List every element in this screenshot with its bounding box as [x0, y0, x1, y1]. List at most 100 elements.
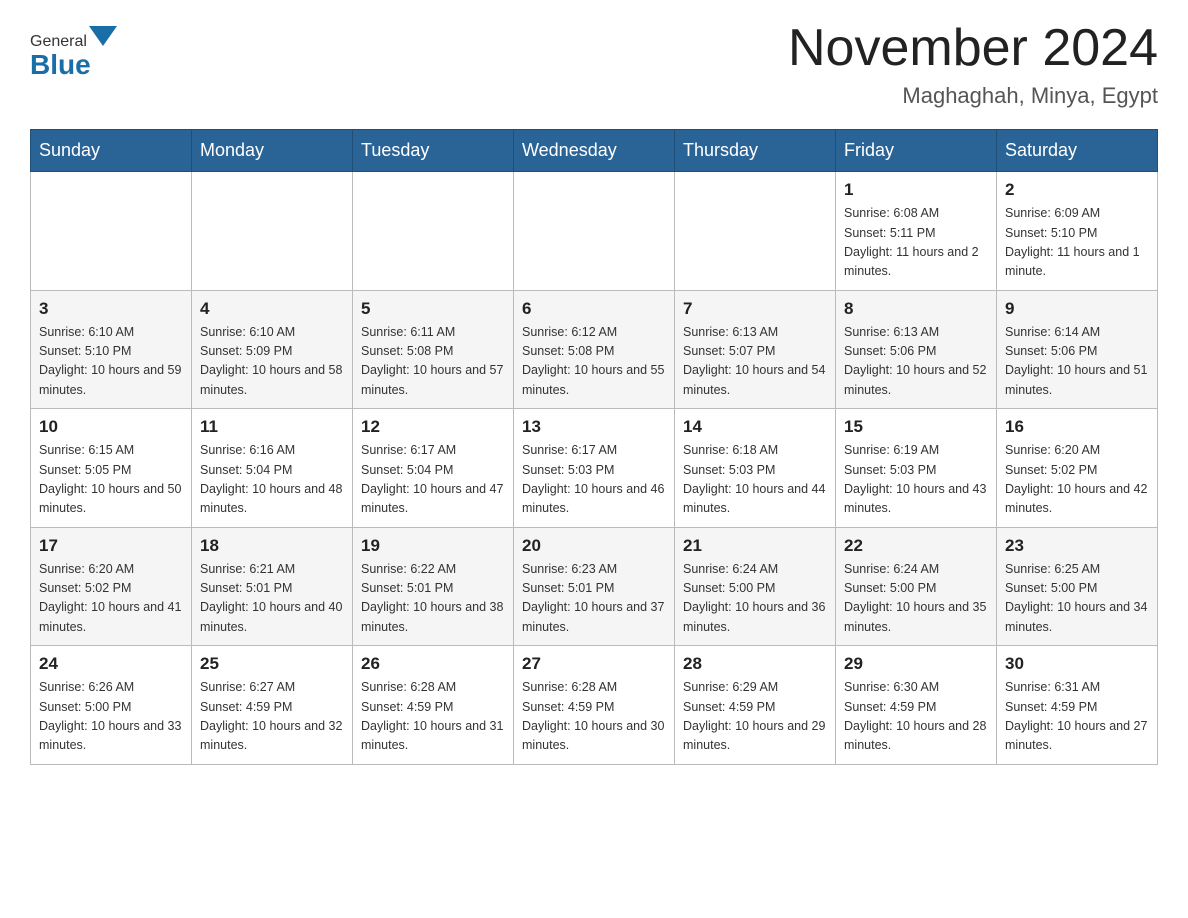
day-number: 4	[200, 299, 344, 319]
day-number: 5	[361, 299, 505, 319]
day-cell-4-2: 26 Sunrise: 6:28 AM Sunset: 4:59 PM Dayli…	[353, 646, 514, 765]
day-number: 3	[39, 299, 183, 319]
day-cell-2-4: 14 Sunrise: 6:18 AM Sunset: 5:03 PM Dayli…	[675, 409, 836, 528]
month-year-title: November 2024	[788, 20, 1158, 77]
day-cell-0-2	[353, 172, 514, 291]
day-number: 17	[39, 536, 183, 556]
day-info: Sunrise: 6:22 AM Sunset: 5:01 PM Dayligh…	[361, 560, 505, 638]
location-subtitle: Maghaghah, Minya, Egypt	[788, 83, 1158, 109]
day-cell-1-3: 6 Sunrise: 6:12 AM Sunset: 5:08 PM Daylig…	[514, 290, 675, 409]
day-cell-3-1: 18Sunrise: 6:21 AM Sunset: 5:01 PM Dayli…	[192, 527, 353, 646]
logo-arrow-icon	[89, 26, 117, 46]
day-info: Sunrise: 6:29 AM Sunset: 4:59 PM Dayligh…	[683, 678, 827, 756]
day-cell-2-6: 16Sunrise: 6:20 AM Sunset: 5:02 PM Dayli…	[997, 409, 1158, 528]
day-info: Sunrise: 6:20 AM Sunset: 5:02 PM Dayligh…	[39, 560, 183, 638]
day-cell-3-3: 20 Sunrise: 6:23 AM Sunset: 5:01 PM Dayli…	[514, 527, 675, 646]
day-cell-2-1: 11 Sunrise: 6:16 AM Sunset: 5:04 PM Dayli…	[192, 409, 353, 528]
day-cell-0-0	[31, 172, 192, 291]
day-info: Sunrise: 6:08 AM Sunset: 5:11 PM Dayligh…	[844, 204, 988, 282]
day-info: Sunrise: 6:31 AM Sunset: 4:59 PM Dayligh…	[1005, 678, 1149, 756]
day-info: Sunrise: 6:12 AM Sunset: 5:08 PM Dayligh…	[522, 323, 666, 401]
day-cell-1-0: 3Sunrise: 6:10 AM Sunset: 5:10 PM Daylig…	[31, 290, 192, 409]
day-info: Sunrise: 6:15 AM Sunset: 5:05 PM Dayligh…	[39, 441, 183, 519]
day-cell-4-4: 28 Sunrise: 6:29 AM Sunset: 4:59 PM Dayli…	[675, 646, 836, 765]
day-info: Sunrise: 6:14 AM Sunset: 5:06 PM Dayligh…	[1005, 323, 1149, 401]
day-info: Sunrise: 6:11 AM Sunset: 5:08 PM Dayligh…	[361, 323, 505, 401]
week-row-5: 24 Sunrise: 6:26 AM Sunset: 5:00 PM Dayli…	[31, 646, 1158, 765]
calendar-table: Sunday Monday Tuesday Wednesday Thursday…	[30, 129, 1158, 765]
day-info: Sunrise: 6:10 AM Sunset: 5:09 PM Dayligh…	[200, 323, 344, 401]
day-cell-4-0: 24 Sunrise: 6:26 AM Sunset: 5:00 PM Dayli…	[31, 646, 192, 765]
day-cell-3-0: 17 Sunrise: 6:20 AM Sunset: 5:02 PM Dayli…	[31, 527, 192, 646]
day-number: 7	[683, 299, 827, 319]
title-block: November 2024 Maghaghah, Minya, Egypt	[788, 20, 1158, 109]
day-info: Sunrise: 6:24 AM Sunset: 5:00 PM Dayligh…	[844, 560, 988, 638]
day-cell-2-5: 15 Sunrise: 6:19 AM Sunset: 5:03 PM Dayli…	[836, 409, 997, 528]
day-info: Sunrise: 6:28 AM Sunset: 4:59 PM Dayligh…	[361, 678, 505, 756]
day-cell-0-3	[514, 172, 675, 291]
day-info: Sunrise: 6:13 AM Sunset: 5:07 PM Dayligh…	[683, 323, 827, 401]
day-number: 6	[522, 299, 666, 319]
logo-blue-text: Blue	[30, 49, 91, 80]
day-number: 11	[200, 417, 344, 437]
day-info: Sunrise: 6:09 AM Sunset: 5:10 PM Dayligh…	[1005, 204, 1149, 282]
day-number: 28	[683, 654, 827, 674]
day-info: Sunrise: 6:23 AM Sunset: 5:01 PM Dayligh…	[522, 560, 666, 638]
header-friday: Friday	[836, 130, 997, 172]
week-row-2: 3Sunrise: 6:10 AM Sunset: 5:10 PM Daylig…	[31, 290, 1158, 409]
day-cell-1-1: 4 Sunrise: 6:10 AM Sunset: 5:09 PM Daylig…	[192, 290, 353, 409]
day-cell-1-4: 7 Sunrise: 6:13 AM Sunset: 5:07 PM Daylig…	[675, 290, 836, 409]
day-number: 20	[522, 536, 666, 556]
day-info: Sunrise: 6:16 AM Sunset: 5:04 PM Dayligh…	[200, 441, 344, 519]
day-info: Sunrise: 6:30 AM Sunset: 4:59 PM Dayligh…	[844, 678, 988, 756]
header-wednesday: Wednesday	[514, 130, 675, 172]
day-cell-3-6: 23Sunrise: 6:25 AM Sunset: 5:00 PM Dayli…	[997, 527, 1158, 646]
day-number: 12	[361, 417, 505, 437]
week-row-3: 10Sunrise: 6:15 AM Sunset: 5:05 PM Dayli…	[31, 409, 1158, 528]
day-number: 14	[683, 417, 827, 437]
day-number: 19	[361, 536, 505, 556]
page-header: General Blue November 2024 Maghaghah, Mi…	[30, 20, 1158, 109]
day-cell-3-4: 21Sunrise: 6:24 AM Sunset: 5:00 PM Dayli…	[675, 527, 836, 646]
day-info: Sunrise: 6:26 AM Sunset: 5:00 PM Dayligh…	[39, 678, 183, 756]
day-cell-0-1	[192, 172, 353, 291]
day-cell-1-5: 8Sunrise: 6:13 AM Sunset: 5:06 PM Daylig…	[836, 290, 997, 409]
week-row-1: 1 Sunrise: 6:08 AM Sunset: 5:11 PM Daylig…	[31, 172, 1158, 291]
day-info: Sunrise: 6:19 AM Sunset: 5:03 PM Dayligh…	[844, 441, 988, 519]
day-number: 2	[1005, 180, 1149, 200]
day-info: Sunrise: 6:27 AM Sunset: 4:59 PM Dayligh…	[200, 678, 344, 756]
day-number: 9	[1005, 299, 1149, 319]
day-number: 8	[844, 299, 988, 319]
day-cell-4-1: 25 Sunrise: 6:27 AM Sunset: 4:59 PM Dayli…	[192, 646, 353, 765]
day-cell-3-5: 22 Sunrise: 6:24 AM Sunset: 5:00 PM Dayli…	[836, 527, 997, 646]
day-number: 21	[683, 536, 827, 556]
day-info: Sunrise: 6:17 AM Sunset: 5:04 PM Dayligh…	[361, 441, 505, 519]
logo: General Blue	[30, 20, 119, 81]
header-tuesday: Tuesday	[353, 130, 514, 172]
day-cell-4-3: 27Sunrise: 6:28 AM Sunset: 4:59 PM Dayli…	[514, 646, 675, 765]
day-number: 16	[1005, 417, 1149, 437]
header-sunday: Sunday	[31, 130, 192, 172]
day-cell-2-2: 12 Sunrise: 6:17 AM Sunset: 5:04 PM Dayli…	[353, 409, 514, 528]
day-info: Sunrise: 6:28 AM Sunset: 4:59 PM Dayligh…	[522, 678, 666, 756]
day-number: 23	[1005, 536, 1149, 556]
day-cell-4-5: 29 Sunrise: 6:30 AM Sunset: 4:59 PM Dayli…	[836, 646, 997, 765]
day-number: 1	[844, 180, 988, 200]
day-info: Sunrise: 6:18 AM Sunset: 5:03 PM Dayligh…	[683, 441, 827, 519]
day-number: 15	[844, 417, 988, 437]
day-cell-1-6: 9 Sunrise: 6:14 AM Sunset: 5:06 PM Daylig…	[997, 290, 1158, 409]
header-monday: Monday	[192, 130, 353, 172]
day-cell-0-6: 2 Sunrise: 6:09 AM Sunset: 5:10 PM Daylig…	[997, 172, 1158, 291]
day-cell-2-3: 13Sunrise: 6:17 AM Sunset: 5:03 PM Dayli…	[514, 409, 675, 528]
day-number: 26	[361, 654, 505, 674]
day-number: 24	[39, 654, 183, 674]
day-number: 18	[200, 536, 344, 556]
day-cell-1-2: 5 Sunrise: 6:11 AM Sunset: 5:08 PM Daylig…	[353, 290, 514, 409]
day-number: 22	[844, 536, 988, 556]
day-number: 25	[200, 654, 344, 674]
day-cell-2-0: 10Sunrise: 6:15 AM Sunset: 5:05 PM Dayli…	[31, 409, 192, 528]
weekday-header-row: Sunday Monday Tuesday Wednesday Thursday…	[31, 130, 1158, 172]
header-saturday: Saturday	[997, 130, 1158, 172]
day-number: 29	[844, 654, 988, 674]
day-cell-0-4	[675, 172, 836, 291]
